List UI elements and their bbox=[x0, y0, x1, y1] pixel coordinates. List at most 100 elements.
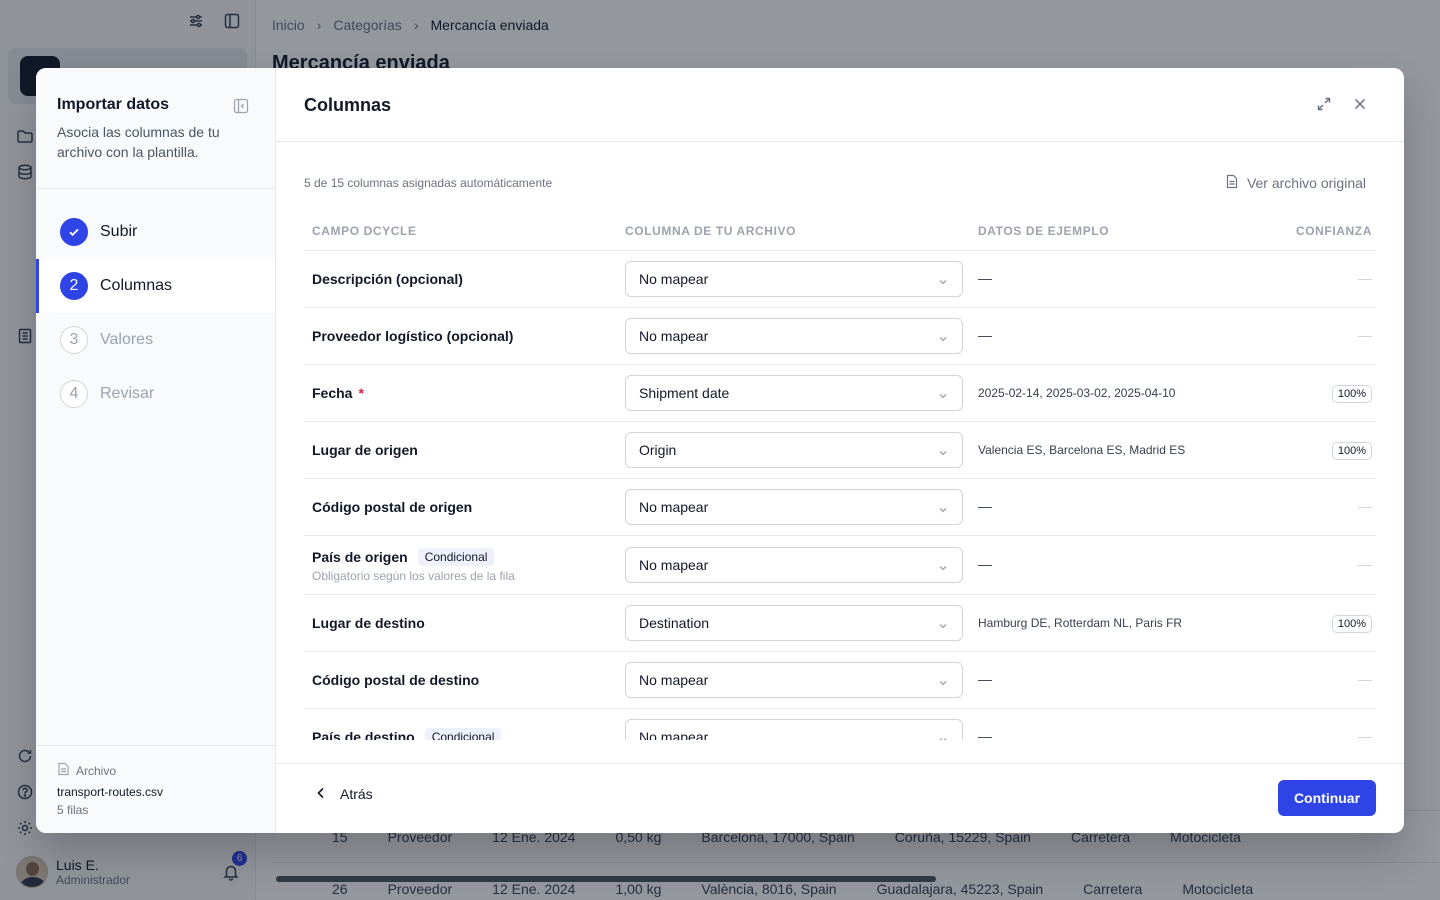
chevron-down-icon bbox=[938, 732, 948, 740]
column-select[interactable]: No mapear bbox=[625, 547, 963, 583]
confidence-cell: — bbox=[1228, 671, 1376, 689]
sample-data: — bbox=[978, 270, 992, 286]
table-row: Descripción (opcional) No mapear — — bbox=[304, 251, 1376, 308]
view-original-file-link[interactable]: Ver archivo original bbox=[1225, 174, 1366, 192]
step-values[interactable]: 3 Valores bbox=[36, 313, 275, 367]
column-cell: No mapear bbox=[625, 261, 978, 297]
column-select[interactable]: Destination bbox=[625, 605, 963, 641]
confidence-badge: — bbox=[1358, 327, 1372, 343]
field-name: Proveedor logístico (opcional) bbox=[312, 328, 514, 344]
step-columns[interactable]: 2 Columnas bbox=[36, 259, 275, 313]
view-original-label: Ver archivo original bbox=[1246, 175, 1366, 191]
close-icon[interactable] bbox=[1352, 96, 1368, 112]
header-column: COLUMNA DE TU ARCHIVO bbox=[625, 224, 797, 238]
sample-data: — bbox=[978, 556, 992, 572]
column-cell: No mapear bbox=[625, 719, 978, 740]
step-number: 4 bbox=[60, 380, 88, 408]
field-cell: Lugar de destino bbox=[304, 615, 625, 631]
collapse-panel-icon[interactable] bbox=[233, 98, 249, 114]
step-upload[interactable]: Subir bbox=[36, 205, 275, 259]
back-label: Atrás bbox=[340, 786, 373, 802]
document-icon bbox=[1225, 174, 1239, 192]
chevron-left-icon bbox=[316, 786, 326, 802]
steps-list: Subir 2 Columnas 3 Valores 4 Revisar bbox=[36, 189, 275, 421]
field-name: Código postal de origen bbox=[312, 499, 473, 515]
step-number: 3 bbox=[60, 326, 88, 354]
confidence-badge: — bbox=[1358, 556, 1372, 572]
sample-cell: — bbox=[978, 728, 1228, 740]
chevron-down-icon bbox=[938, 445, 948, 456]
back-button[interactable]: Atrás bbox=[316, 786, 373, 802]
field-cell: País de destino Condicional bbox=[304, 728, 625, 740]
sample-data: Valencia ES, Barcelona ES, Madrid ES bbox=[978, 443, 1186, 457]
import-title: Importar datos bbox=[57, 96, 170, 113]
column-select[interactable]: No mapear bbox=[625, 318, 963, 354]
column-select[interactable]: Shipment date bbox=[625, 375, 963, 411]
file-info: Archivo transport-routes.csv 5 filas bbox=[36, 745, 275, 833]
column-select[interactable]: No mapear bbox=[625, 261, 963, 297]
step-review[interactable]: 4 Revisar bbox=[36, 367, 275, 421]
header-sample: DATOS DE EJEMPLO bbox=[978, 224, 1110, 238]
column-cell: Destination bbox=[625, 605, 978, 641]
chevron-down-icon bbox=[938, 388, 948, 399]
header-field: CAMPO DCYCLE bbox=[312, 224, 417, 238]
table-row: Código postal de destino No mapear — — bbox=[304, 652, 1376, 709]
conditional-badge: Condicional bbox=[417, 547, 495, 566]
select-value: No mapear bbox=[639, 729, 709, 740]
sample-data: — bbox=[978, 671, 992, 687]
columns-step-content: Columnas 5 de 15 columnas asignadas auto… bbox=[276, 68, 1404, 833]
chevron-down-icon bbox=[938, 274, 948, 285]
field-name-wrap: Lugar de destino bbox=[312, 615, 625, 631]
column-cell: Origin bbox=[625, 432, 978, 468]
sample-cell: — bbox=[978, 498, 1228, 516]
field-name: Lugar de origen bbox=[312, 442, 418, 458]
chevron-down-icon bbox=[938, 502, 948, 513]
confidence-cell: 100% bbox=[1228, 441, 1376, 460]
sample-cell: — bbox=[978, 327, 1228, 345]
file-icon bbox=[57, 762, 70, 779]
import-description: Asocia las columnas de tu archivo con la… bbox=[57, 124, 220, 160]
sample-cell: — bbox=[978, 270, 1228, 288]
confidence-cell: — bbox=[1228, 270, 1376, 288]
confidence-badge: — bbox=[1358, 728, 1372, 740]
sample-data: — bbox=[978, 498, 992, 514]
column-select[interactable]: No mapear bbox=[625, 662, 963, 698]
sample-data: — bbox=[978, 728, 992, 740]
column-select[interactable]: Origin bbox=[625, 432, 963, 468]
confidence-cell: 100% bbox=[1228, 384, 1376, 403]
table-row: Lugar de destino Destination Hamburg DE, R… bbox=[304, 595, 1376, 652]
sample-data: Hamburg DE, Rotterdam NL, Paris FR bbox=[978, 616, 1183, 630]
continue-button[interactable]: Continuar bbox=[1278, 780, 1376, 816]
confidence-badge: 100% bbox=[1331, 384, 1372, 403]
field-name-wrap: Lugar de origen bbox=[312, 442, 625, 458]
field-name: Descripción (opcional) bbox=[312, 271, 463, 287]
columns-title: Columnas bbox=[304, 95, 392, 115]
confidence-cell: 100% bbox=[1228, 614, 1376, 633]
file-row-count: 5 filas bbox=[57, 803, 89, 817]
chevron-down-icon bbox=[938, 331, 948, 342]
field-cell: Lugar de origen bbox=[304, 442, 625, 458]
field-name-wrap: Proveedor logístico (opcional) bbox=[312, 328, 625, 344]
column-select[interactable]: No mapear bbox=[625, 719, 963, 740]
field-name-wrap: Descripción (opcional) bbox=[312, 271, 625, 287]
column-cell: No mapear bbox=[625, 547, 978, 583]
column-select[interactable]: No mapear bbox=[625, 489, 963, 525]
file-name: transport-routes.csv bbox=[57, 785, 164, 799]
column-cell: No mapear bbox=[625, 489, 978, 525]
chevron-down-icon bbox=[938, 560, 948, 571]
confidence-badge: 100% bbox=[1331, 441, 1372, 460]
expand-icon[interactable] bbox=[1316, 96, 1332, 112]
select-value: Destination bbox=[639, 615, 710, 631]
select-value: Origin bbox=[639, 442, 677, 458]
header-confidence: CONFIANZA bbox=[1295, 224, 1372, 238]
column-cell: No mapear bbox=[625, 662, 978, 698]
field-name-wrap: Código postal de destino bbox=[312, 672, 625, 688]
import-modal: Importar datos Asocia las columnas de tu… bbox=[36, 68, 1404, 833]
field-name: Fecha bbox=[312, 385, 353, 401]
select-value: No mapear bbox=[639, 328, 709, 344]
table-row: País de origen Condicional Obligatorio seg… bbox=[304, 536, 1376, 595]
sample-cell: — bbox=[978, 556, 1228, 574]
sample-cell: — bbox=[978, 671, 1228, 689]
field-name: Lugar de destino bbox=[312, 615, 425, 631]
table-row: Fecha * Shipment date 2025-02-14, 2025-03-0… bbox=[304, 365, 1376, 422]
